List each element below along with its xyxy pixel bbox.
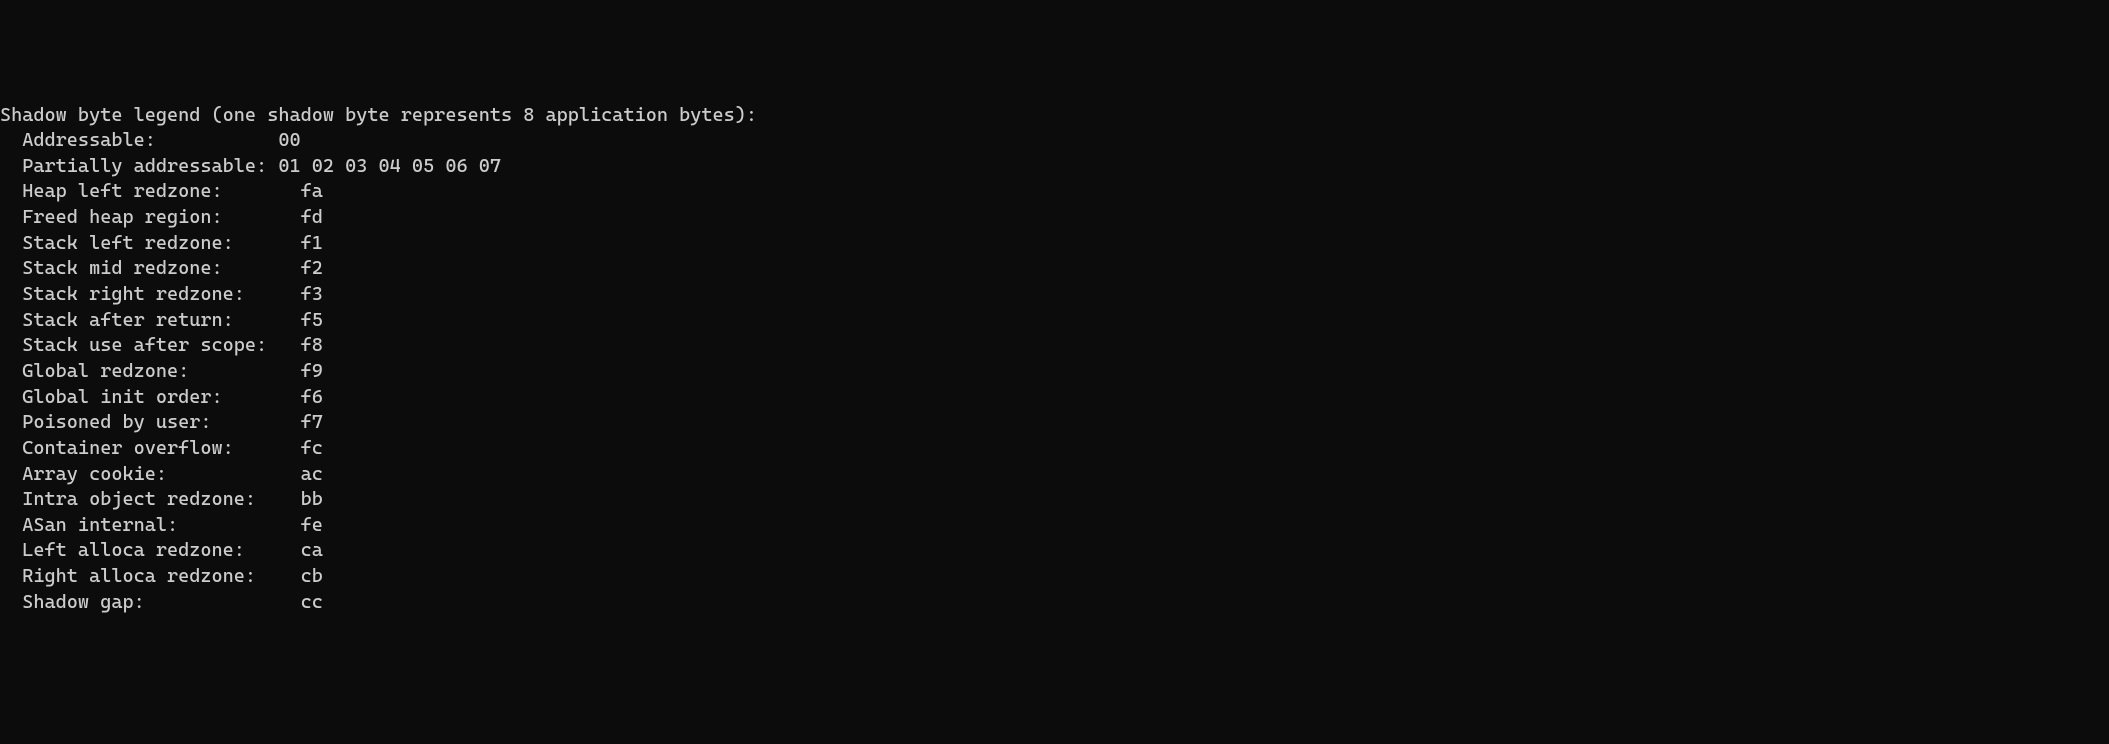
legend-partially-addressable: Partially addressable: 01 02 03 04 05 06… [0, 154, 2109, 180]
legend-stack-mid-redzone: Stack mid redzone: f2 [0, 256, 2109, 282]
legend-stack-right-redzone: Stack right redzone: f3 [0, 282, 2109, 308]
legend-addressable: Addressable: 00 [0, 128, 2109, 154]
legend-array-cookie: Array cookie: ac [0, 462, 2109, 488]
legend-poisoned-by-user: Poisoned by user: f7 [0, 410, 2109, 436]
legend-title: Shadow byte legend (one shadow byte repr… [0, 103, 2109, 129]
legend-stack-after-return: Stack after return: f5 [0, 308, 2109, 334]
legend-freed-heap-region: Freed heap region: fd [0, 205, 2109, 231]
legend-container-overflow: Container overflow: fc [0, 436, 2109, 462]
legend-stack-left-redzone: Stack left redzone: f1 [0, 231, 2109, 257]
legend-intra-object-redzone: Intra object redzone: bb [0, 487, 2109, 513]
legend-global-redzone: Global redzone: f9 [0, 359, 2109, 385]
legend-left-alloca-redzone: Left alloca redzone: ca [0, 538, 2109, 564]
legend-asan-internal: ASan internal: fe [0, 513, 2109, 539]
legend-right-alloca-redzone: Right alloca redzone: cb [0, 564, 2109, 590]
legend-stack-use-after-scope: Stack use after scope: f8 [0, 333, 2109, 359]
legend-shadow-gap: Shadow gap: cc [0, 590, 2109, 616]
legend-heap-left-redzone: Heap left redzone: fa [0, 179, 2109, 205]
legend-global-init-order: Global init order: f6 [0, 385, 2109, 411]
